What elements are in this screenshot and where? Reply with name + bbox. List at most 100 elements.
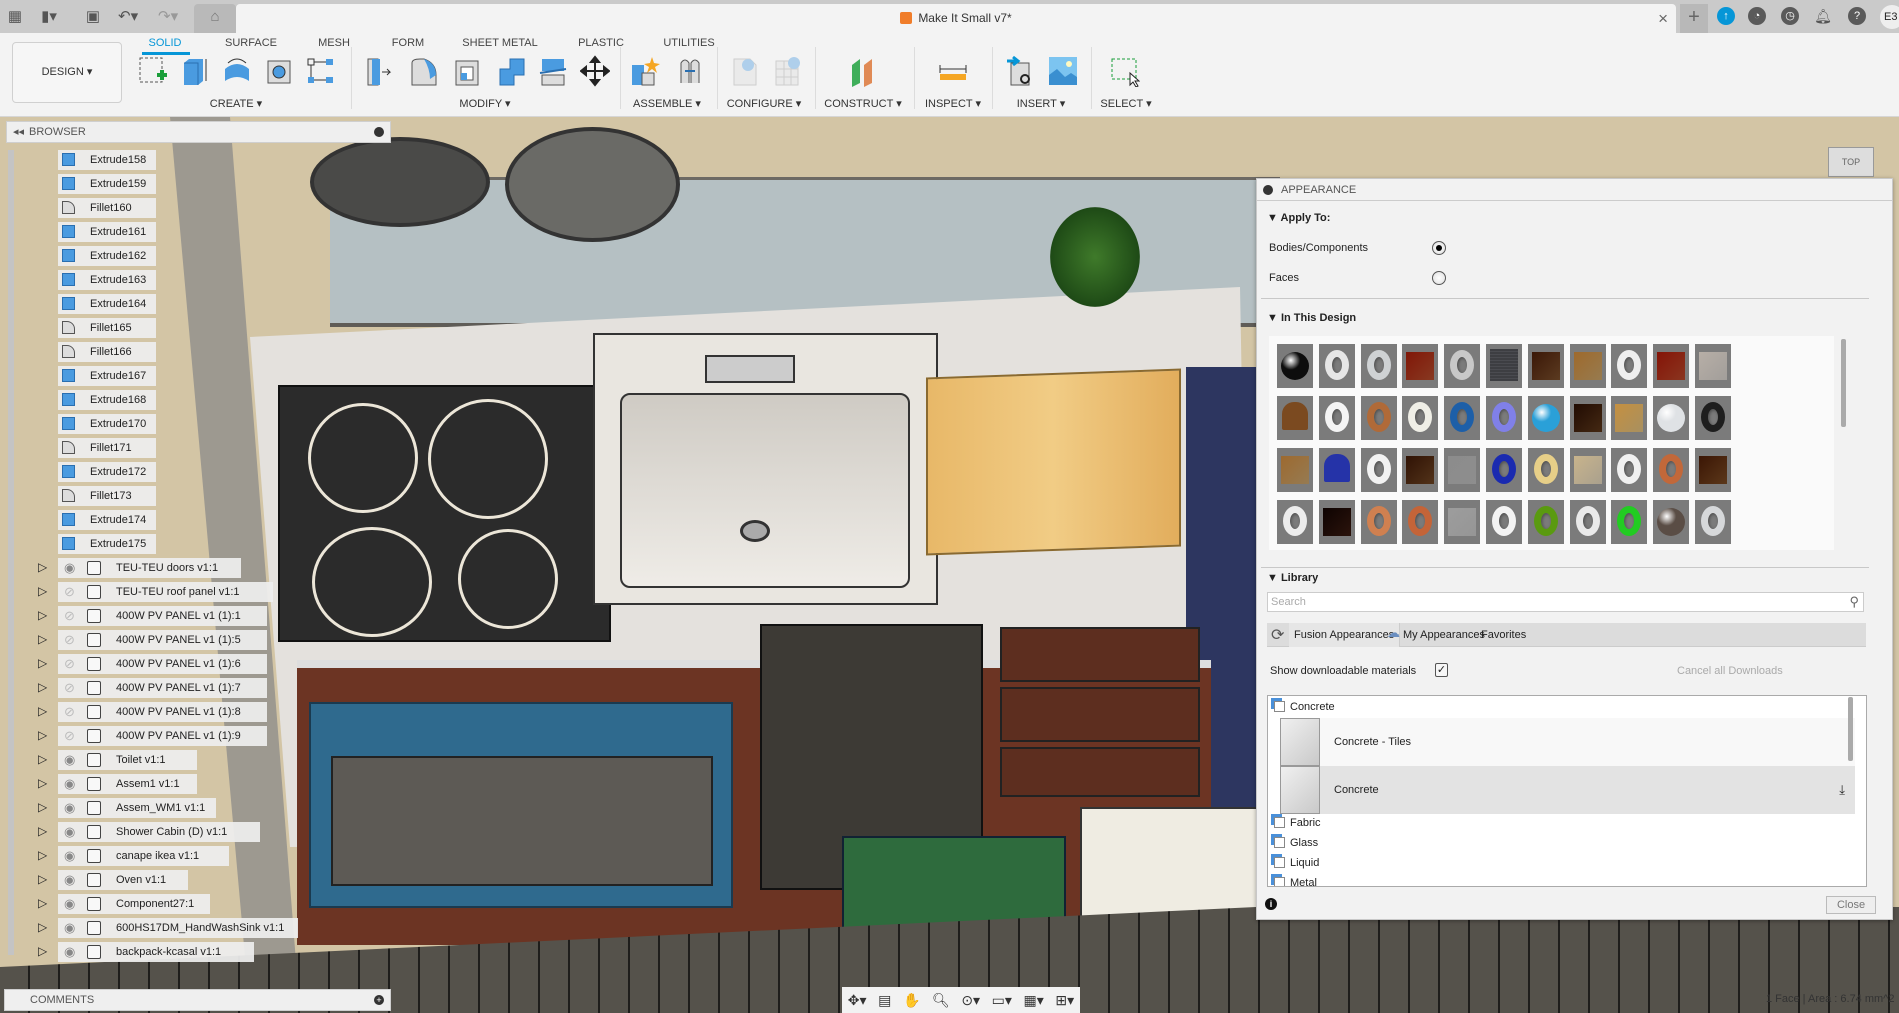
material-swatch[interactable]	[1527, 344, 1564, 388]
configure-menu[interactable]: CONFIGURE ▾	[727, 97, 802, 110]
material-swatch[interactable]	[1444, 396, 1481, 440]
tree-feature-row[interactable]: Fillet166	[58, 342, 156, 362]
material-swatch[interactable]	[1360, 448, 1397, 492]
material-swatch[interactable]	[1444, 448, 1481, 492]
tree-feature-row[interactable]: Fillet171	[58, 438, 156, 458]
tree-component-row[interactable]: ⊘ 400W PV PANEL v1 (1):7	[58, 678, 267, 698]
eye-hidden-icon[interactable]: ⊘	[64, 630, 75, 650]
modify-menu[interactable]: MODIFY ▾	[459, 97, 510, 110]
app-grid-icon[interactable]: ▦	[6, 8, 24, 26]
expand-icon[interactable]: ▷	[38, 896, 47, 910]
expand-icon[interactable]: ▷	[38, 680, 47, 694]
comments-panel[interactable]: COMMENTS +	[4, 989, 391, 1011]
eye-hidden-icon[interactable]: ⊘	[64, 702, 75, 722]
material-swatch[interactable]	[1360, 344, 1397, 388]
material-swatch[interactable]	[1527, 448, 1564, 492]
tree-component-row[interactable]: ⊘ 400W PV PANEL v1 (1):8	[58, 702, 267, 722]
bodies-components-radio[interactable]	[1432, 241, 1446, 255]
eye-icon[interactable]: ◉	[64, 822, 75, 842]
home-tab[interactable]: ⌂	[194, 4, 236, 33]
select-window-icon[interactable]	[1110, 55, 1140, 87]
library-section[interactable]: ▼ Library	[1267, 572, 1318, 584]
eye-icon[interactable]: ◉	[64, 894, 75, 914]
material-swatch[interactable]	[1611, 448, 1648, 492]
material-swatch[interactable]	[1277, 448, 1313, 492]
joint-icon[interactable]	[675, 55, 705, 87]
tree-feature-row[interactable]: Fillet160	[58, 198, 156, 218]
material-swatch[interactable]	[1653, 500, 1690, 544]
expand-icon[interactable]: ▷	[38, 584, 47, 598]
tree-component-row[interactable]: ⊘ 400W PV PANEL v1 (1):5	[58, 630, 267, 650]
configure-table-icon[interactable]	[772, 55, 802, 87]
material-swatch[interactable]	[1360, 500, 1397, 544]
swatch-scrollbar[interactable]	[1841, 339, 1846, 427]
tree-component-row[interactable]: ◉ canape ikea v1:1	[58, 846, 229, 866]
tree-feature-row[interactable]: Extrude159	[58, 174, 156, 194]
library-category[interactable]: Fabric	[1272, 814, 1321, 832]
material-swatch[interactable]	[1527, 500, 1564, 544]
info-icon[interactable]: i	[1265, 898, 1277, 910]
material-swatch[interactable]	[1653, 448, 1690, 492]
construct-menu[interactable]: CONSTRUCT ▾	[824, 97, 901, 110]
material-swatch[interactable]	[1611, 344, 1648, 388]
eye-hidden-icon[interactable]: ⊘	[64, 582, 75, 602]
construct-plane-icon[interactable]	[848, 55, 878, 87]
look-at-icon[interactable]: ▤	[878, 992, 891, 1009]
eye-hidden-icon[interactable]: ⊘	[64, 654, 75, 674]
help-icon[interactable]: ?	[1848, 7, 1866, 25]
material-swatch[interactable]	[1486, 500, 1522, 544]
expand-icon[interactable]: ▷	[38, 944, 47, 958]
material-swatch[interactable]	[1695, 500, 1731, 544]
material-swatch[interactable]	[1695, 448, 1731, 492]
file-icon[interactable]: ▮▾	[40, 8, 58, 26]
expand-icon[interactable]: ▷	[38, 656, 47, 670]
new-component-icon[interactable]	[630, 55, 660, 87]
inspect-menu[interactable]: INSPECT ▾	[925, 97, 981, 110]
material-swatch[interactable]	[1402, 396, 1439, 440]
undo-icon[interactable]: ↶▾	[118, 8, 138, 26]
close-button[interactable]: Close	[1826, 896, 1876, 914]
pan-icon[interactable]: ✋	[903, 992, 920, 1009]
press-pull-icon[interactable]	[364, 55, 394, 87]
eye-icon[interactable]: ◉	[64, 846, 75, 866]
expand-icon[interactable]: ▷	[38, 776, 47, 790]
material-swatch[interactable]	[1695, 344, 1731, 388]
eye-hidden-icon[interactable]: ⊘	[64, 726, 75, 746]
user-avatar[interactable]: E3	[1880, 5, 1899, 29]
eye-icon[interactable]: ◉	[64, 942, 75, 962]
expand-icon[interactable]: ▷	[38, 608, 47, 622]
browser-scrollbar[interactable]	[8, 150, 14, 955]
expand-icon[interactable]: ▷	[38, 800, 47, 814]
material-swatch[interactable]	[1569, 344, 1606, 388]
insert-canvas-icon[interactable]	[1047, 55, 1077, 87]
material-swatch[interactable]	[1486, 396, 1522, 440]
create-menu[interactable]: CREATE ▾	[210, 97, 262, 110]
tab-utilities[interactable]: UTILITIES	[663, 37, 714, 49]
tree-feature-row[interactable]: Extrude167	[58, 366, 156, 386]
tree-component-row[interactable]: ◉ 600HS17DM_HandWashSink v1:1	[58, 918, 299, 938]
expand-icon[interactable]: ▷	[38, 752, 47, 766]
material-swatch[interactable]	[1653, 396, 1690, 440]
expand-icon[interactable]: ▷	[38, 848, 47, 862]
tab-mesh[interactable]: MESH	[318, 37, 350, 49]
material-swatch[interactable]	[1402, 344, 1439, 388]
pattern-icon[interactable]	[306, 55, 336, 87]
tab-sheet-metal[interactable]: SHEET METAL	[462, 37, 537, 49]
material-swatch[interactable]	[1653, 344, 1690, 388]
material-swatch[interactable]	[1318, 448, 1355, 492]
select-menu[interactable]: SELECT ▾	[1100, 97, 1151, 110]
close-tab-icon[interactable]: ×	[1658, 9, 1668, 29]
material-swatch[interactable]	[1444, 500, 1481, 544]
tree-feature-row[interactable]: Extrude174	[58, 510, 156, 530]
tree-feature-row[interactable]: Extrude162	[58, 246, 156, 266]
library-category[interactable]: Concrete	[1272, 698, 1335, 716]
tree-feature-row[interactable]: Extrude168	[58, 390, 156, 410]
online-icon[interactable]: ◔	[1748, 7, 1766, 25]
material-swatch[interactable]	[1569, 396, 1606, 440]
tab-form[interactable]: FORM	[392, 37, 424, 49]
expand-icon[interactable]: ▷	[38, 632, 47, 646]
material-swatch[interactable]	[1277, 344, 1313, 388]
faces-radio[interactable]	[1432, 271, 1446, 285]
material-swatch[interactable]	[1486, 344, 1522, 388]
material-swatch[interactable]	[1277, 396, 1313, 440]
